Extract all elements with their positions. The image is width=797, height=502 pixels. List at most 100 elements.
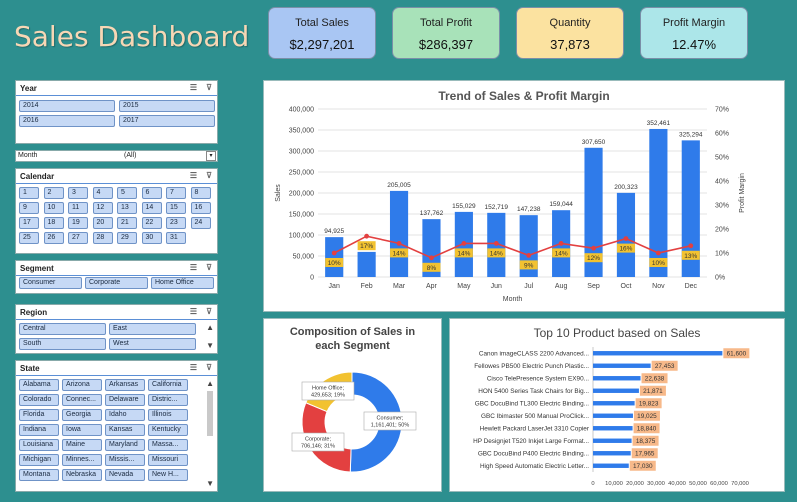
scroll-down-icon[interactable]: ▼: [206, 479, 214, 488]
slicer-item[interactable]: Georgia: [62, 409, 102, 421]
clear-filter-icon[interactable]: ⊽: [206, 171, 212, 180]
slicer-item[interactable]: Connec...: [62, 394, 102, 406]
slicer-item[interactable]: Missouri: [148, 454, 188, 466]
slicer-item[interactable]: New H...: [148, 469, 188, 481]
kpi-card-total-sales: Total Sales $2,297,201: [268, 7, 376, 59]
slicer-item[interactable]: Arizona: [62, 379, 102, 391]
slicer-item[interactable]: Minnes...: [62, 454, 102, 466]
slicer-item[interactable]: 9: [19, 202, 39, 214]
slicer-item[interactable]: 21: [117, 217, 137, 229]
slicer-item[interactable]: 16: [190, 202, 211, 214]
slicer-item[interactable]: 2017: [119, 115, 215, 127]
slicer-item[interactable]: Montana: [19, 469, 59, 481]
slicer-item[interactable]: 12: [92, 202, 113, 214]
clear-filter-icon[interactable]: ⊽: [206, 363, 212, 372]
slicer-item[interactable]: Kentucky: [148, 424, 188, 436]
slicer-item[interactable]: West: [109, 338, 196, 350]
multi-select-icon[interactable]: ☰: [190, 263, 197, 272]
slicer-item[interactable]: Massa...: [148, 439, 188, 451]
product-value-label: 27,453: [655, 363, 675, 370]
segment-data-label: Consumer;: [377, 416, 404, 422]
scrollbar-thumb[interactable]: [207, 391, 213, 436]
slicer-item[interactable]: 27: [68, 232, 88, 244]
slicer-item[interactable]: 28: [92, 232, 113, 244]
slicer-item[interactable]: 2014: [19, 100, 115, 112]
slicer-item[interactable]: 6: [141, 187, 162, 199]
slicer-item[interactable]: Corporate: [85, 277, 148, 289]
slicer-item[interactable]: 25: [19, 232, 39, 244]
clear-filter-icon[interactable]: ⊽: [206, 83, 212, 92]
product-bar: [593, 463, 629, 468]
slicer-item[interactable]: 2: [43, 187, 64, 199]
slicer-item[interactable]: Arkansas: [105, 379, 145, 391]
scroll-up-icon[interactable]: ▲: [206, 323, 214, 332]
product-name-label: GBC Ibimaster 500 Manual ProClick...: [481, 413, 589, 420]
scroll-up-icon[interactable]: ▲: [206, 379, 214, 388]
slicer-item[interactable]: 10: [43, 202, 64, 214]
slicer-item[interactable]: Home Office: [151, 277, 214, 289]
slicer-item[interactable]: 20: [92, 217, 113, 229]
slicer-item[interactable]: East: [109, 323, 196, 335]
slicer-item[interactable]: 13: [117, 202, 137, 214]
slicer-item[interactable]: Indiana: [19, 424, 59, 436]
y2-tick-label: 20%: [715, 227, 729, 234]
slicer-item[interactable]: 2015: [119, 100, 215, 112]
slicer-item[interactable]: Iowa: [62, 424, 102, 436]
slicer-item[interactable]: Kansas: [105, 424, 145, 436]
multi-select-icon[interactable]: ☰: [190, 171, 197, 180]
dropdown-arrow-icon[interactable]: ▾: [206, 151, 216, 161]
slicer-item[interactable]: Central: [19, 323, 106, 335]
slicer-item[interactable]: 4: [92, 187, 113, 199]
product-value-label: 19,025: [637, 413, 657, 420]
slicer-item[interactable]: 24: [190, 217, 211, 229]
slicer-item[interactable]: 8: [190, 187, 211, 199]
slicer-item[interactable]: Idaho: [105, 409, 145, 421]
slicer-item[interactable]: 11: [68, 202, 88, 214]
slicer-item[interactable]: Missis...: [105, 454, 145, 466]
slicer-item[interactable]: Delaware: [105, 394, 145, 406]
slicer-item[interactable]: Louisiana: [19, 439, 59, 451]
slicer-item[interactable]: Nebraska: [62, 469, 102, 481]
profit-margin-point: [688, 243, 694, 249]
multi-select-icon[interactable]: ☰: [190, 83, 197, 92]
slicer-item[interactable]: Florida: [19, 409, 59, 421]
slicer-item[interactable]: 17: [19, 217, 39, 229]
multi-select-icon[interactable]: ☰: [190, 307, 197, 316]
slicer-item[interactable]: 22: [141, 217, 162, 229]
slicer-item[interactable]: Consumer: [19, 277, 82, 289]
slicer-item[interactable]: South: [19, 338, 106, 350]
month-filter[interactable]: Month (All) ▾: [15, 150, 218, 162]
y2-tick-label: 60%: [715, 131, 729, 138]
slicer-item[interactable]: Illinois: [148, 409, 188, 421]
multi-select-icon[interactable]: ☰: [190, 363, 197, 372]
slicer-item[interactable]: Michigan: [19, 454, 59, 466]
slicer-item[interactable]: 26: [43, 232, 64, 244]
slicer-item[interactable]: Maryland: [105, 439, 145, 451]
slicer-item[interactable]: 31: [166, 232, 186, 244]
slicer-item[interactable]: Colorado: [19, 394, 59, 406]
slicer-item[interactable]: 23: [166, 217, 186, 229]
slicer-item[interactable]: Nevada: [105, 469, 145, 481]
slicer-item[interactable]: 7: [166, 187, 186, 199]
slicer-item[interactable]: Maine: [62, 439, 102, 451]
slicer-item[interactable]: 2016: [19, 115, 115, 127]
kpi-value: 37,873: [550, 37, 590, 52]
slicer-item[interactable]: 29: [117, 232, 137, 244]
slicer-item[interactable]: 18: [43, 217, 64, 229]
clear-filter-icon[interactable]: ⊽: [206, 307, 212, 316]
slicer-item[interactable]: 30: [141, 232, 162, 244]
slicer-item[interactable]: California: [148, 379, 188, 391]
slicer-item[interactable]: Distric...: [148, 394, 188, 406]
scroll-down-icon[interactable]: ▼: [206, 341, 214, 350]
clear-filter-icon[interactable]: ⊽: [206, 263, 212, 272]
slicer-item[interactable]: 1: [19, 187, 39, 199]
slicer-item[interactable]: 15: [166, 202, 186, 214]
slicer-item[interactable]: 3: [68, 187, 88, 199]
slicer-item[interactable]: 14: [141, 202, 162, 214]
slicer-item[interactable]: 5: [117, 187, 137, 199]
profit-margin-point: [558, 241, 564, 246]
x-tick-label: 10,000: [605, 481, 623, 487]
slicer-item[interactable]: Alabama: [19, 379, 59, 391]
slicer-item[interactable]: 19: [68, 217, 88, 229]
product-bar: [593, 451, 631, 456]
